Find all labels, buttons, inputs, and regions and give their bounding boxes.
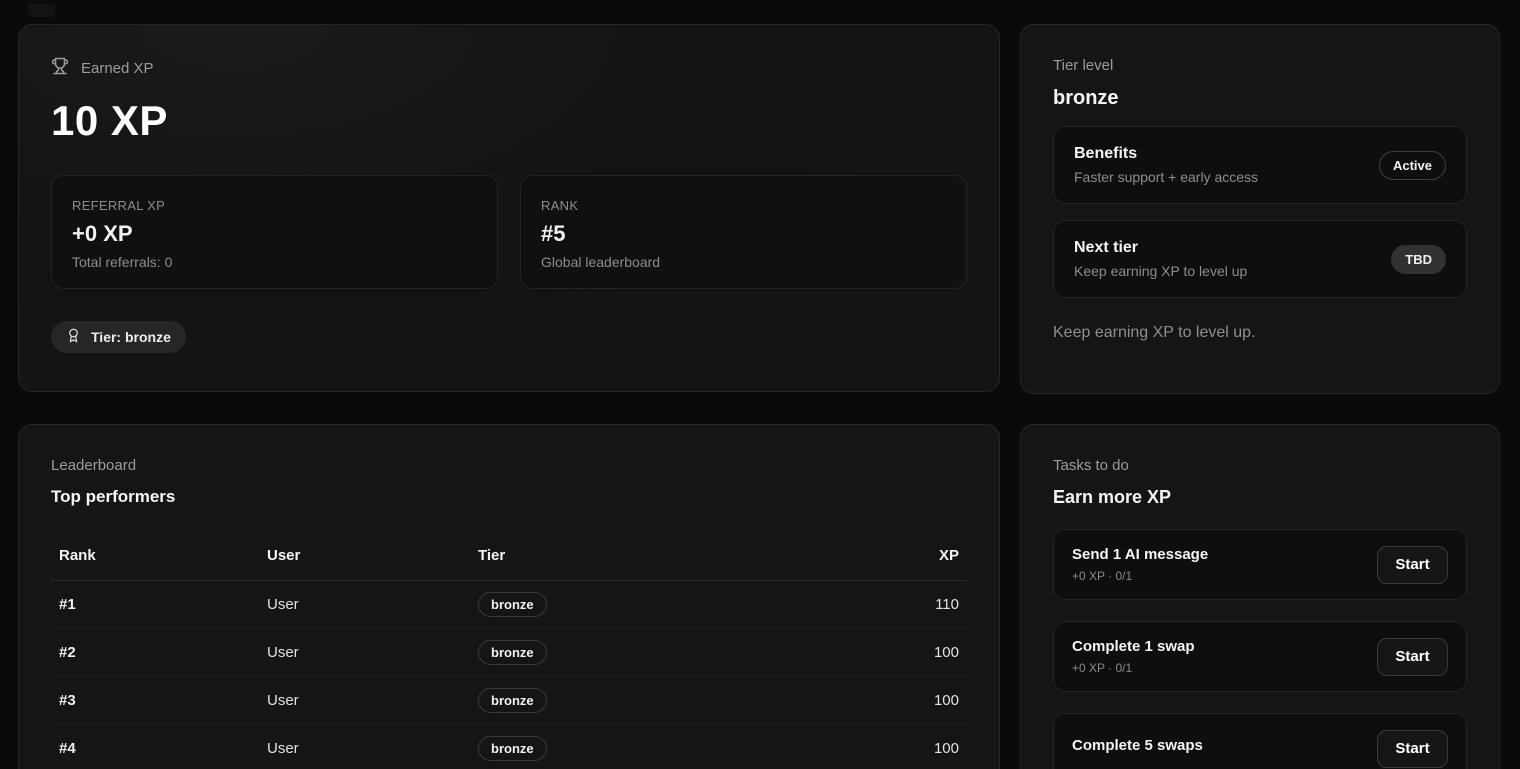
rank-cell: #1 xyxy=(51,596,267,613)
tier-badge: bronze xyxy=(478,592,547,617)
user-cell: User xyxy=(267,692,478,709)
table-row: #1 User bronze 110 xyxy=(51,581,967,629)
benefits-subtitle: Faster support + early access xyxy=(1074,169,1258,185)
tier-level-label: Tier level xyxy=(1053,57,1467,74)
referral-xp-sub: Total referrals: 0 xyxy=(72,254,477,270)
task-text: Complete 1 swap +0 XP · 0/1 xyxy=(1072,638,1195,675)
tier-footer-text: Keep earning XP to level up. xyxy=(1053,324,1467,342)
next-tier-text: Next tier Keep earning XP to level up xyxy=(1074,239,1247,279)
rank-column-header: Rank xyxy=(51,547,267,564)
referral-xp-value: +0 XP xyxy=(72,221,477,247)
tier-cell: bronze xyxy=(478,640,817,665)
referral-xp-label: REFERRAL XP xyxy=(72,198,477,213)
table-row: #2 User bronze 100 xyxy=(51,629,967,677)
benefits-text: Benefits Faster support + early access xyxy=(1074,145,1258,185)
tier-cell: bronze xyxy=(478,688,817,713)
user-cell: User xyxy=(267,740,478,757)
user-cell: User xyxy=(267,644,478,661)
table-header-row: Rank User Tier XP xyxy=(51,535,967,581)
task-meta: +0 XP · 0/1 xyxy=(1072,569,1208,583)
xp-cell: 100 xyxy=(817,644,967,661)
tier-badge: bronze xyxy=(478,640,547,665)
task-text: Send 1 AI message +0 XP · 0/1 xyxy=(1072,546,1208,583)
leaderboard-title: Top performers xyxy=(51,487,967,507)
tier-badge: bronze xyxy=(478,736,547,761)
tier-cell: bronze xyxy=(478,592,817,617)
task-meta: +0 XP · 0/1 xyxy=(1072,661,1195,675)
clipped-element-top-left xyxy=(28,4,55,17)
rank-sub: Global leaderboard xyxy=(541,254,946,270)
next-tier-subtitle: Keep earning XP to level up xyxy=(1074,263,1247,279)
start-button[interactable]: Start xyxy=(1377,638,1448,676)
tasks-label: Tasks to do xyxy=(1053,457,1467,474)
task-text: Complete 5 swaps xyxy=(1072,737,1203,760)
benefits-item: Benefits Faster support + early access A… xyxy=(1053,126,1467,204)
task-title: Complete 5 swaps xyxy=(1072,737,1203,754)
stat-row: REFERRAL XP +0 XP Total referrals: 0 RAN… xyxy=(51,175,967,289)
xp-cell: 100 xyxy=(817,740,967,757)
xp-cell: 110 xyxy=(817,596,967,613)
tasks-card: Tasks to do Earn more XP Send 1 AI messa… xyxy=(1020,424,1500,769)
rank-cell: #3 xyxy=(51,692,267,709)
award-icon xyxy=(66,328,81,346)
tier-chip: Tier: bronze xyxy=(51,321,186,353)
benefits-title: Benefits xyxy=(1074,145,1258,163)
active-badge: Active xyxy=(1379,151,1446,180)
next-tier-title: Next tier xyxy=(1074,239,1247,257)
earned-xp-label: Earned XP xyxy=(81,60,154,77)
tier-badge: bronze xyxy=(478,688,547,713)
tasks-title: Earn more XP xyxy=(1053,487,1467,508)
task-item-complete-5-swaps: Complete 5 swaps Start xyxy=(1053,713,1467,769)
start-button[interactable]: Start xyxy=(1377,730,1448,768)
leaderboard-table: Rank User Tier XP #1 User bronze 110 #2 … xyxy=(51,535,967,769)
task-title: Send 1 AI message xyxy=(1072,546,1208,563)
trophy-icon xyxy=(51,57,69,79)
xp-column-header: XP xyxy=(817,547,967,564)
task-item-send-ai-message: Send 1 AI message +0 XP · 0/1 Start xyxy=(1053,529,1467,600)
task-item-complete-1-swap: Complete 1 swap +0 XP · 0/1 Start xyxy=(1053,621,1467,692)
table-row: #4 User bronze 100 xyxy=(51,725,967,769)
rank-label: RANK xyxy=(541,198,946,213)
start-button[interactable]: Start xyxy=(1377,546,1448,584)
earned-xp-header: Earned XP xyxy=(51,57,967,79)
tbd-badge: TBD xyxy=(1391,245,1446,274)
tier-level-card: Tier level bronze Benefits Faster suppor… xyxy=(1020,24,1500,394)
earned-xp-card: Earned XP 10 XP REFERRAL XP +0 XP Total … xyxy=(18,24,1000,392)
rank-cell: #2 xyxy=(51,644,267,661)
tier-level-value: bronze xyxy=(1053,87,1467,110)
tier-chip-label: Tier: bronze xyxy=(91,329,171,345)
tier-column-header: Tier xyxy=(478,547,817,564)
next-tier-item: Next tier Keep earning XP to level up TB… xyxy=(1053,220,1467,298)
user-cell: User xyxy=(267,596,478,613)
rank-value: #5 xyxy=(541,221,946,247)
rank-cell: #4 xyxy=(51,740,267,757)
leaderboard-card: Leaderboard Top performers Rank User Tie… xyxy=(18,424,1000,769)
rank-card: RANK #5 Global leaderboard xyxy=(520,175,967,289)
leaderboard-label: Leaderboard xyxy=(51,457,967,474)
xp-cell: 100 xyxy=(817,692,967,709)
table-row: #3 User bronze 100 xyxy=(51,677,967,725)
tier-cell: bronze xyxy=(478,736,817,761)
user-column-header: User xyxy=(267,547,478,564)
task-title: Complete 1 swap xyxy=(1072,638,1195,655)
earned-xp-value: 10 XP xyxy=(51,97,967,145)
referral-xp-card: REFERRAL XP +0 XP Total referrals: 0 xyxy=(51,175,498,289)
